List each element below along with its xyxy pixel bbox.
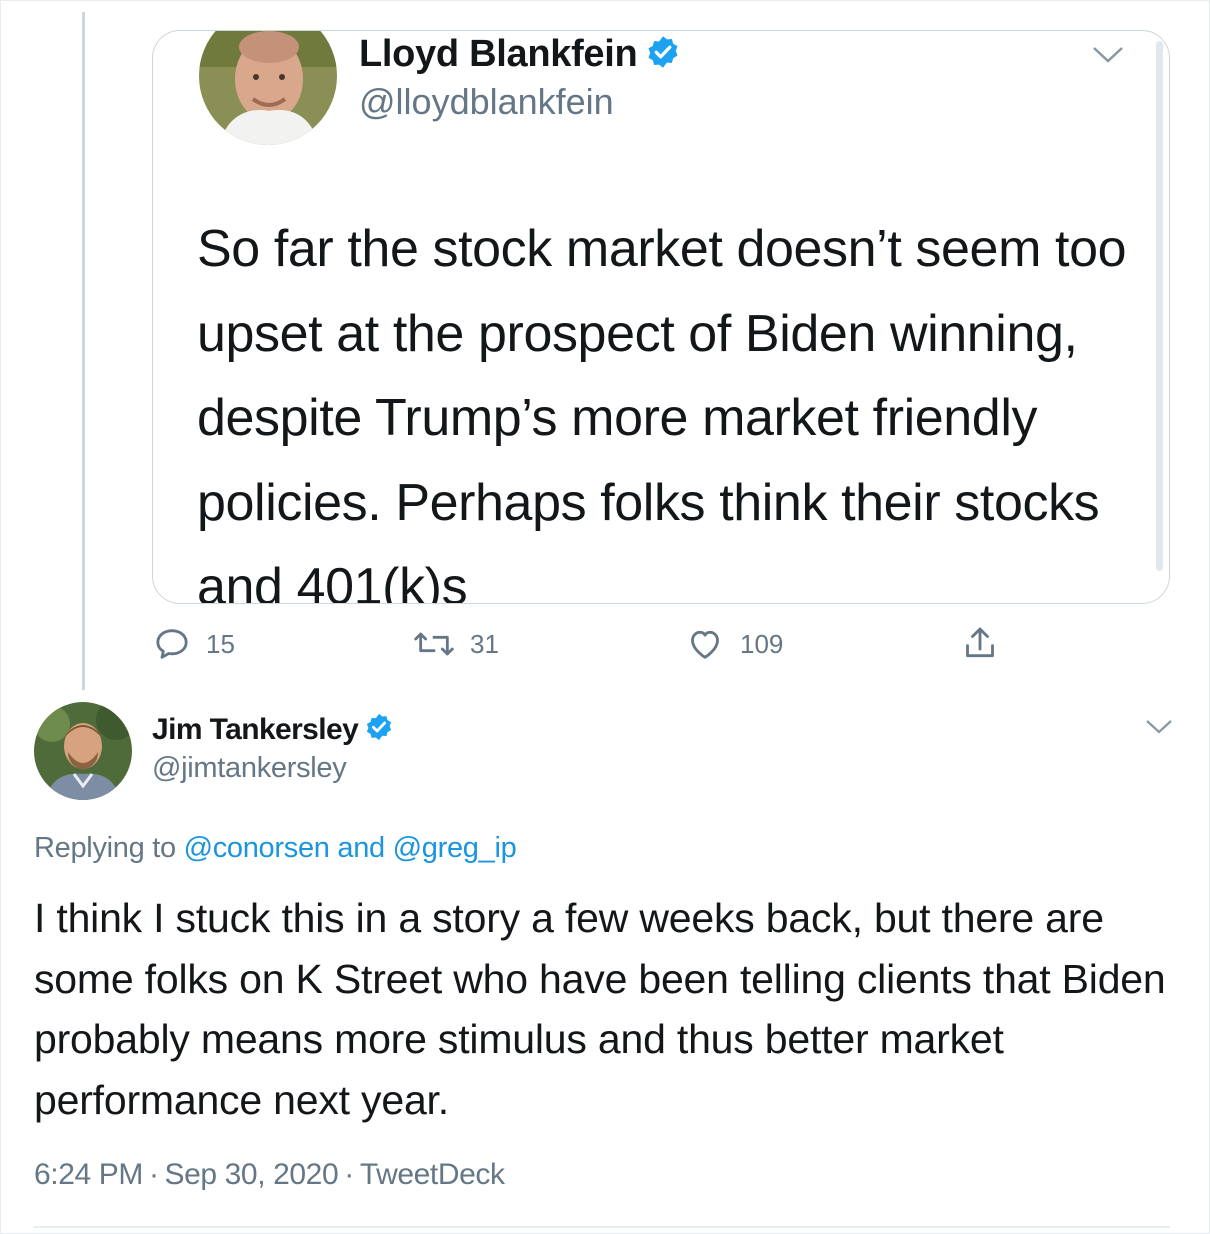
- reply-author-name[interactable]: Jim Tankersley: [152, 713, 359, 747]
- chevron-down-icon[interactable]: [1144, 716, 1174, 738]
- tweet-date[interactable]: Sep 30, 2020: [165, 1158, 339, 1191]
- parent-tweet-card[interactable]: Lloyd Blankfein @lloydblankfein So far t…: [152, 30, 1170, 604]
- parent-author-handle[interactable]: @lloydblankfein: [359, 81, 614, 123]
- avatar[interactable]: [199, 31, 337, 145]
- verified-badge-icon: [645, 34, 681, 75]
- reply-author-name-row: Jim Tankersley: [152, 712, 394, 747]
- avatar[interactable]: [34, 702, 132, 800]
- verified-badge-icon: [364, 712, 394, 747]
- parent-tweet-text: So far the stock market doesn’t seem too…: [197, 220, 1127, 604]
- thread-connector-line: [82, 12, 85, 690]
- mention-link[interactable]: @conorsen: [184, 832, 330, 864]
- divider: [34, 1226, 1170, 1228]
- scrollbar[interactable]: [1156, 41, 1163, 571]
- share-button[interactable]: [960, 616, 1000, 672]
- like-icon: [684, 624, 726, 664]
- separator: ·: [148, 1158, 159, 1191]
- mention-link[interactable]: @greg_ip: [393, 832, 517, 864]
- parent-author-name[interactable]: Lloyd Blankfein: [359, 33, 638, 76]
- replying-to-line: Replying to @conorsen and @greg_ip: [34, 832, 517, 865]
- share-icon: [960, 624, 1000, 664]
- retweet-count: 31: [470, 628, 499, 659]
- separator: ·: [344, 1158, 354, 1191]
- reply-count: 15: [206, 628, 235, 659]
- like-count: 109: [740, 628, 784, 659]
- chevron-down-icon[interactable]: [1091, 43, 1125, 67]
- replying-and: and: [337, 832, 385, 864]
- reply-author-handle[interactable]: @jimtankersley: [152, 752, 347, 785]
- reply-tweet-text: I think I stuck this in a story a few we…: [34, 895, 1166, 1123]
- reply-button[interactable]: 15: [152, 616, 235, 672]
- parent-author-name-row: Lloyd Blankfein: [359, 33, 681, 76]
- tweet-metadata: 6:24 PM · Sep 30, 2020 · TweetDeck: [34, 1158, 505, 1192]
- reply-icon: [152, 624, 192, 664]
- replying-prefix: Replying to: [34, 832, 176, 864]
- like-button[interactable]: 109: [684, 616, 783, 672]
- retweet-button[interactable]: 31: [412, 616, 499, 672]
- retweet-icon: [412, 624, 456, 664]
- tweet-actions: 15 31 109: [0, 616, 1210, 672]
- tweet-time[interactable]: 6:24 PM: [34, 1158, 143, 1191]
- tweet-source[interactable]: TweetDeck: [360, 1158, 505, 1191]
